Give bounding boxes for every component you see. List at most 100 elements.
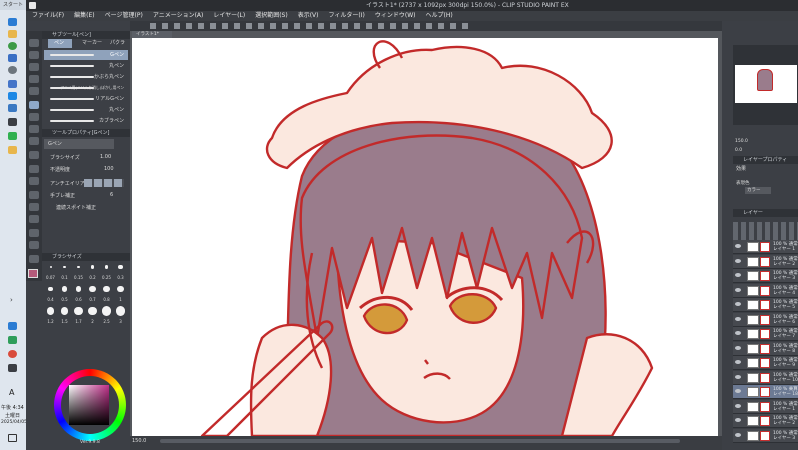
tab-marker[interactable]: マーカー (78, 39, 102, 48)
layer-row[interactable]: 100 % 通常 レイヤー 4 (733, 283, 798, 298)
edge-icon[interactable] (8, 18, 17, 26)
brush-size-option[interactable]: 1 (114, 284, 127, 304)
select-tool-icon[interactable] (29, 75, 39, 83)
brush-item[interactable]: Gペン (44, 50, 128, 60)
brush-size-option[interactable]: 1.5 (58, 306, 71, 326)
fill-icon[interactable] (29, 165, 39, 173)
antialias-options[interactable] (84, 179, 124, 187)
brush-size-option[interactable]: 2 (86, 306, 99, 326)
navigator-preview[interactable] (733, 45, 798, 125)
layer-row[interactable]: 100 % 通常 レイヤー 10 (733, 370, 798, 385)
brush-size-option[interactable]: 3 (114, 306, 127, 326)
chevron-up-icon[interactable]: › (10, 296, 13, 304)
brush-item[interactable]: カブラペン (44, 116, 128, 126)
stabilization-value[interactable]: 6 (110, 192, 113, 198)
pen-tool-icon[interactable] (29, 101, 39, 109)
menu-filter[interactable]: フィルター(I) (329, 11, 365, 21)
layer-toolbar[interactable] (733, 222, 798, 240)
color-square[interactable] (69, 385, 109, 425)
eye-icon[interactable] (735, 302, 741, 306)
brush-item[interactable]: 丸ペン (44, 61, 128, 71)
brush-size-option[interactable]: 0.7 (86, 284, 99, 304)
move-tool-icon[interactable] (29, 63, 39, 71)
menu-page[interactable]: ページ管理(P) (105, 11, 143, 21)
menu-file[interactable]: ファイル(F) (32, 11, 64, 21)
store-icon[interactable] (8, 54, 17, 62)
eye-icon[interactable] (735, 360, 741, 364)
ruler-icon[interactable] (29, 215, 39, 223)
layer-row[interactable]: 100 % 通常 レイヤー 3 (733, 428, 798, 443)
brush-item[interactable]: かぶら丸ペン (44, 72, 128, 82)
brush-size-option[interactable]: 0.07 (44, 262, 57, 282)
eye-icon[interactable] (735, 418, 741, 422)
eye-icon[interactable] (735, 258, 741, 263)
layer-row[interactable]: 100 % 通常 レイヤー 5 (733, 298, 798, 312)
eye-icon[interactable] (735, 403, 741, 408)
eye-icon[interactable] (735, 244, 741, 248)
main-color-swatch[interactable] (28, 269, 38, 278)
navigator-angle[interactable]: 0.0 (735, 148, 742, 153)
zoom-tool-icon[interactable] (29, 39, 39, 47)
mail-icon[interactable] (8, 92, 17, 100)
layer-row[interactable]: 100 % 通常 レイヤー 6 (733, 312, 798, 327)
start-button[interactable]: スタート (0, 0, 26, 10)
chrome-icon[interactable] (8, 42, 17, 50)
menu-help[interactable]: ヘルプ(H) (425, 11, 452, 21)
menu-layer[interactable]: レイヤー(L) (213, 11, 245, 21)
line-icon[interactable] (8, 132, 17, 140)
brush-size-option[interactable]: 0.8 (100, 284, 113, 304)
canvas-tab[interactable]: イラスト1* (132, 31, 172, 38)
cloud-icon[interactable] (8, 322, 17, 330)
brush-item[interactable]: アニメ用(ハリ入り消し)ぼかし用ペン (44, 83, 128, 93)
eye-icon[interactable] (735, 432, 741, 437)
brush-size-option[interactable]: 0.5 (58, 284, 71, 304)
eyedropper-icon[interactable] (29, 87, 39, 95)
brush-size-option[interactable]: 0.1 (58, 262, 71, 282)
menu-animation[interactable]: アニメーション(A) (153, 11, 204, 21)
app-icon[interactable] (8, 104, 17, 112)
brush-size-option[interactable]: 0.25 (100, 262, 113, 282)
eraser-icon[interactable] (29, 151, 39, 159)
notification-icon[interactable] (8, 434, 17, 442)
hand-tool-icon[interactable] (29, 51, 39, 59)
brush-size-option[interactable]: 0.4 (44, 284, 57, 304)
clock-time[interactable]: 午後 4:34 (1, 404, 24, 411)
eye-icon[interactable] (735, 316, 741, 321)
settings-icon[interactable] (8, 66, 17, 74)
eye-icon[interactable] (735, 287, 741, 292)
expression-select[interactable]: カラー (745, 187, 771, 194)
tab-other[interactable]: パクラ (108, 39, 125, 48)
eye-icon[interactable] (735, 331, 741, 335)
figure-icon[interactable] (29, 191, 39, 199)
layer-row[interactable]: 100 % 通常 レイヤー 8 (733, 341, 798, 356)
menu-view[interactable]: 表示(V) (298, 11, 319, 21)
brush-tool-icon[interactable] (29, 125, 39, 133)
eye-icon[interactable] (735, 273, 741, 277)
balloon-icon[interactable] (29, 241, 39, 249)
menu-window[interactable]: ウィンドウ(W) (375, 11, 416, 21)
zoom-readout[interactable]: 150.0 (132, 438, 146, 444)
chrome-icon[interactable] (8, 350, 17, 358)
folder-icon[interactable] (8, 146, 17, 154)
text-tool-icon[interactable] (29, 229, 39, 237)
layer-row[interactable]: 100 % 乗算 レイヤー 18 (733, 385, 798, 399)
pencil-tool-icon[interactable] (29, 113, 39, 121)
brush-size-option[interactable]: 0.2 (86, 262, 99, 282)
command-icons[interactable] (150, 23, 470, 29)
frame-icon[interactable] (29, 203, 39, 211)
speaker-icon[interactable] (8, 364, 17, 372)
brush-size-option[interactable]: 0.6 (72, 284, 85, 304)
menu-selection[interactable]: 選択範囲(S) (255, 11, 288, 21)
brush-size-option[interactable]: 1.2 (44, 306, 57, 326)
ime-indicator[interactable]: A (9, 388, 14, 397)
brush-size-option[interactable]: 0.15 (72, 262, 85, 282)
layer-row[interactable]: 100 % 通常 レイヤー 2 (733, 254, 798, 269)
layer-row[interactable]: 100 % 通常 レイヤー 9 (733, 356, 798, 370)
brush-size-option[interactable]: 1.7 (72, 306, 85, 326)
clip-studio-icon[interactable] (8, 118, 17, 126)
folder-icon[interactable] (8, 30, 17, 38)
layer-row[interactable]: 100 % 通常 レイヤー 3 (733, 269, 798, 283)
airbrush-icon[interactable] (29, 137, 39, 145)
brush-size-option[interactable]: 2.5 (100, 306, 113, 326)
menu-edit[interactable]: 編集(E) (74, 11, 94, 21)
